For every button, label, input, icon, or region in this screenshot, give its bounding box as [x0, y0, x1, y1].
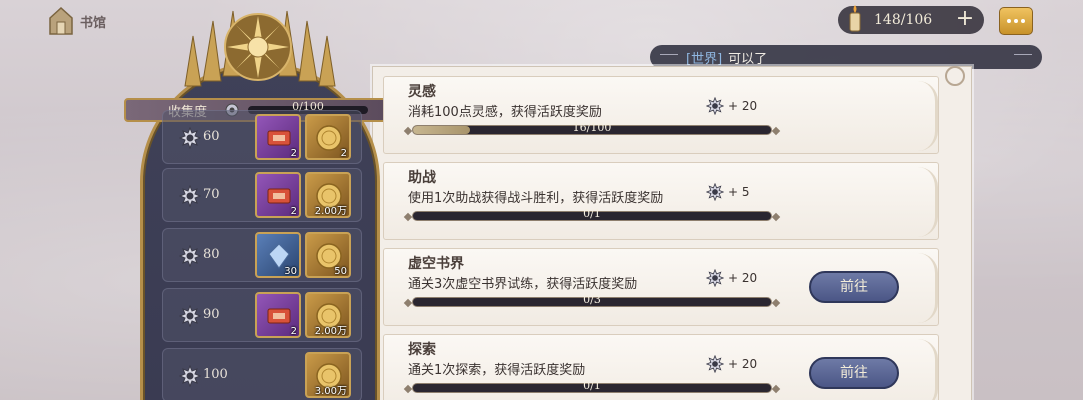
quest-reward: + 20 [706, 97, 757, 115]
item-count: 2 [340, 148, 347, 159]
item-count: 30 [284, 266, 297, 277]
quest-reward: + 20 [706, 355, 757, 373]
tier-level: 100 [203, 367, 228, 382]
item-count: 50 [334, 266, 347, 277]
tier-level: 60 [203, 129, 220, 144]
ticket-icon [267, 130, 291, 146]
item-count: 2.00万 [314, 206, 347, 217]
item-count: 2 [290, 206, 297, 217]
go-button[interactable]: 前往 [809, 271, 899, 303]
reward-tier: 80 30 50 [162, 228, 362, 282]
quest-progress-bar: 0/1 [412, 379, 772, 393]
reward-item[interactable]: 2.00万 [305, 172, 351, 218]
activity-gear-icon [706, 183, 724, 201]
tier-level: 90 [203, 307, 220, 322]
candle-icon [849, 5, 861, 32]
quest-description: 通关3次虚空书界试练，获得活跃度奖励 [408, 277, 638, 292]
tier-level: 70 [203, 187, 220, 202]
library-icon [49, 6, 73, 35]
chat-dot-icon [1021, 19, 1025, 23]
tier-gear-icon [179, 245, 201, 267]
currency-value: 148/106 [874, 12, 933, 28]
ornament [912, 253, 938, 323]
chat-channel: [世界] [686, 51, 723, 67]
quest-progress-bar: 0/1 [412, 207, 772, 221]
tier-gear-icon [179, 305, 201, 327]
chat-dot-icon [1007, 19, 1011, 23]
chat-dot-icon [1014, 19, 1018, 23]
reward-amount: + 20 [728, 357, 758, 371]
tier-gear-icon [179, 185, 201, 207]
reward-item[interactable]: 3.00万 [305, 352, 351, 398]
reward-tier: 100 3.00万 [162, 348, 362, 400]
quest-reward: + 5 [706, 183, 750, 201]
quest-title: 助战 [408, 170, 436, 186]
item-count: 2 [290, 148, 297, 159]
ornament [1014, 54, 1032, 60]
reward-tier: 70 2 2.00万 [162, 168, 362, 222]
ornament [912, 167, 938, 237]
tier-gear-icon [179, 127, 201, 149]
reward-tier: 60 2 2 [162, 110, 362, 164]
quest-progress-text: 0/3 [583, 293, 601, 306]
quest-title: 灵感 [408, 84, 436, 100]
quest-progress-bar: 0/3 [412, 293, 772, 307]
quest-row: 探索通关1次探索，获得活跃度奖励 0/1 + 20 前往 [383, 334, 939, 400]
chat-button[interactable] [999, 7, 1033, 35]
tier-level: 80 [203, 247, 220, 262]
reward-item[interactable]: 30 [255, 232, 301, 278]
home-label: 书馆 [80, 15, 107, 31]
ornament [912, 81, 938, 151]
ticket-icon [267, 308, 291, 324]
quest-row: 灵感消耗100点灵感，获得活跃度奖励 16/100 + 20 [383, 76, 939, 154]
quest-title: 探索 [408, 342, 436, 358]
quest-progress-text: 16/100 [572, 121, 612, 134]
quest-progress-text: 0/1 [583, 207, 601, 220]
activity-gear-icon [706, 269, 724, 287]
home-button[interactable]: 书馆 [48, 6, 106, 36]
reward-item[interactable]: 2 [255, 292, 301, 338]
tier-gear-icon [179, 365, 201, 387]
item-count: 2 [290, 326, 297, 337]
quest-row: 虚空书界通关3次虚空书界试练，获得活跃度奖励 0/3 + 20 前往 [383, 248, 939, 326]
ornament [912, 339, 938, 400]
quest-description: 消耗100点灵感，获得活跃度奖励 [408, 105, 602, 120]
reward-item[interactable]: 2 [255, 172, 301, 218]
reward-item[interactable]: 2 [255, 114, 301, 160]
quest-progress-text: 0/1 [583, 379, 601, 392]
reward-item[interactable]: 2 [305, 114, 351, 160]
reward-tier: 90 2 2.00万 [162, 288, 362, 342]
quest-progress-bar: 16/100 [412, 121, 772, 135]
quest-description: 通关1次探索，获得活跃度奖励 [408, 363, 586, 378]
item-count: 3.00万 [314, 386, 347, 397]
reward-item[interactable]: 50 [305, 232, 351, 278]
quest-title: 虚空书界 [408, 256, 464, 272]
reward-amount: + 5 [728, 185, 750, 199]
activity-gear-icon [706, 97, 724, 115]
activity-gear-icon [706, 355, 724, 373]
go-button[interactable]: 前往 [809, 357, 899, 389]
ticket-icon [267, 188, 291, 204]
coin-icon [316, 125, 342, 151]
currency-display: 148/106 + [838, 5, 984, 34]
item-count: 2.00万 [314, 326, 347, 337]
panel-ornament [945, 66, 965, 86]
quest-row: 助战使用1次助战获得战斗胜利，获得活跃度奖励 0/1 + 5 [383, 162, 939, 240]
quest-reward: + 20 [706, 269, 757, 287]
add-currency-button[interactable]: + [954, 8, 976, 31]
chat-message: 可以了 [728, 51, 768, 67]
reward-amount: + 20 [728, 99, 758, 113]
reward-amount: + 20 [728, 271, 758, 285]
reward-item[interactable]: 2.00万 [305, 292, 351, 338]
quest-description: 使用1次助战获得战斗胜利，获得活跃度奖励 [408, 191, 664, 206]
sun-emblem-icon [224, 13, 292, 81]
ornament [660, 54, 678, 60]
